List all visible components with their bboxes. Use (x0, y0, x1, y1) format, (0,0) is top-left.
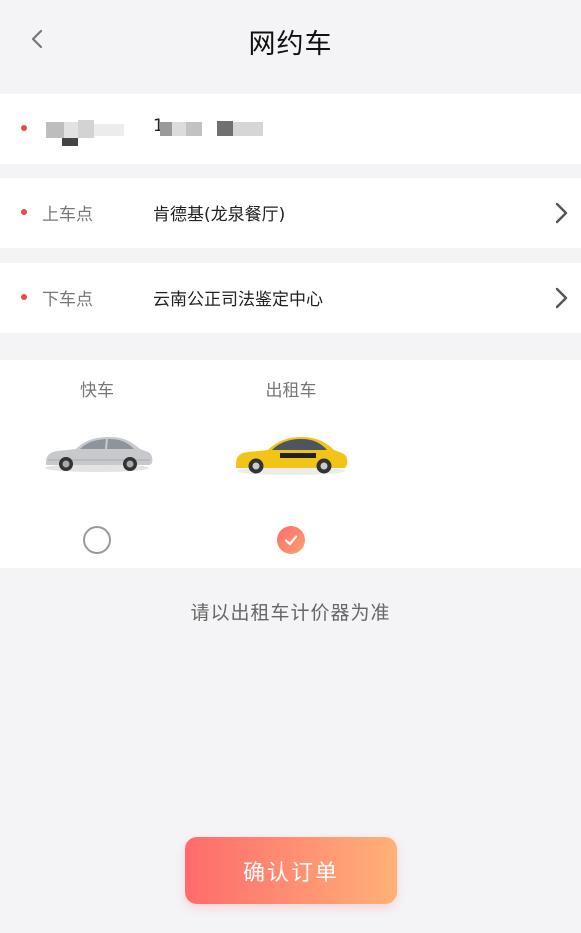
required-dot (21, 209, 27, 215)
ride-hailing-page: 网约车 1 上车点 肯德基(龙泉餐厅) 下车点 云南公正司法鉴定中心 快车 出租… (0, 0, 581, 933)
car-option-taxi[interactable]: 出租车 (226, 360, 356, 568)
car-option-radio-unchecked[interactable] (83, 526, 111, 554)
dropoff-value: 云南公正司法鉴定中心 (153, 290, 323, 310)
car-option-label: 出租车 (265, 381, 317, 401)
yellow-taxi-icon (236, 437, 348, 475)
car-option-label: 快车 (80, 381, 114, 401)
required-dot (21, 125, 27, 131)
required-dot (21, 294, 27, 300)
checkmark-icon (284, 535, 298, 546)
pickup-value: 肯德基(龙泉餐厅) (153, 205, 286, 225)
passenger-row[interactable]: 1 (0, 94, 581, 164)
dropoff-label: 下车点 (42, 290, 93, 310)
chevron-right-icon[interactable] (551, 198, 571, 228)
page-title: 网约车 (248, 29, 333, 60)
car-option-express[interactable]: 快车 (32, 360, 162, 568)
top-nav-bar: 网约车 (0, 0, 581, 82)
car-type-selector: 快车 出租车 (0, 360, 581, 568)
silver-sedan-icon (45, 437, 153, 472)
fare-note: 请以出租车计价器为准 (190, 602, 391, 624)
dropoff-row[interactable]: 下车点 云南公正司法鉴定中心 (0, 263, 581, 333)
pickup-label: 上车点 (42, 205, 93, 225)
confirm-order-button[interactable]: 确认订单 (185, 837, 397, 904)
chevron-right-icon[interactable] (551, 283, 571, 313)
car-option-radio-checked[interactable] (277, 526, 305, 554)
pickup-row[interactable]: 上车点 肯德基(龙泉餐厅) (0, 178, 581, 248)
